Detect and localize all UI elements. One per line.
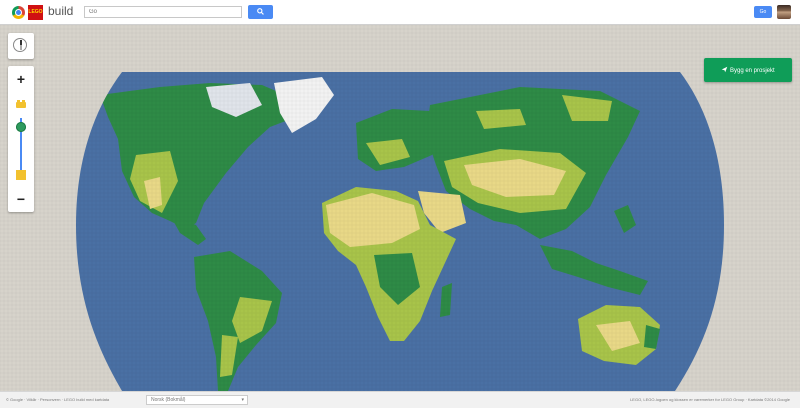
brick-texture [0,25,800,391]
brick-icon [16,100,26,108]
language-value: Norsk (Bokmål) [151,397,186,403]
zoom-out-button[interactable]: − [8,188,34,210]
top-bar: LEGO build Go [0,0,800,25]
search-input[interactable] [84,6,242,18]
lego-logo-icon[interactable]: LEGO [28,5,43,20]
start-building-button[interactable]: Bygg en prosjekt [704,58,792,82]
footer: © Google · Vilkår · Personvern · LEGO bu… [0,391,800,408]
compass-button[interactable] [8,33,34,59]
world-map[interactable]: Bygg en prosjekt ▾ [0,25,800,408]
zoom-slider-handle[interactable] [16,122,26,132]
footer-links[interactable]: © Google · Vilkår · Personvern · LEGO bu… [6,397,109,402]
language-select[interactable]: Norsk (Bokmål) ▾ [146,395,248,405]
map-canvas[interactable] [0,25,800,391]
paper-plane-icon [722,66,728,73]
plate-icon [16,172,26,180]
start-building-label: Bygg en prosjekt [729,68,775,74]
app-title: build [48,4,74,18]
zoom-control: + − [8,66,34,212]
avatar[interactable] [777,5,791,19]
zoom-in-button[interactable]: + [8,68,34,90]
user-button[interactable]: Go [754,6,772,18]
chevron-down-icon: ▾ [241,397,244,403]
search-button[interactable] [248,5,273,19]
chrome-logo-icon [12,6,25,19]
footer-legal[interactable]: LEGO, LEGO-logoen og klossen er varemerk… [630,397,790,402]
compass-needle [20,40,22,50]
search-icon [257,7,264,15]
